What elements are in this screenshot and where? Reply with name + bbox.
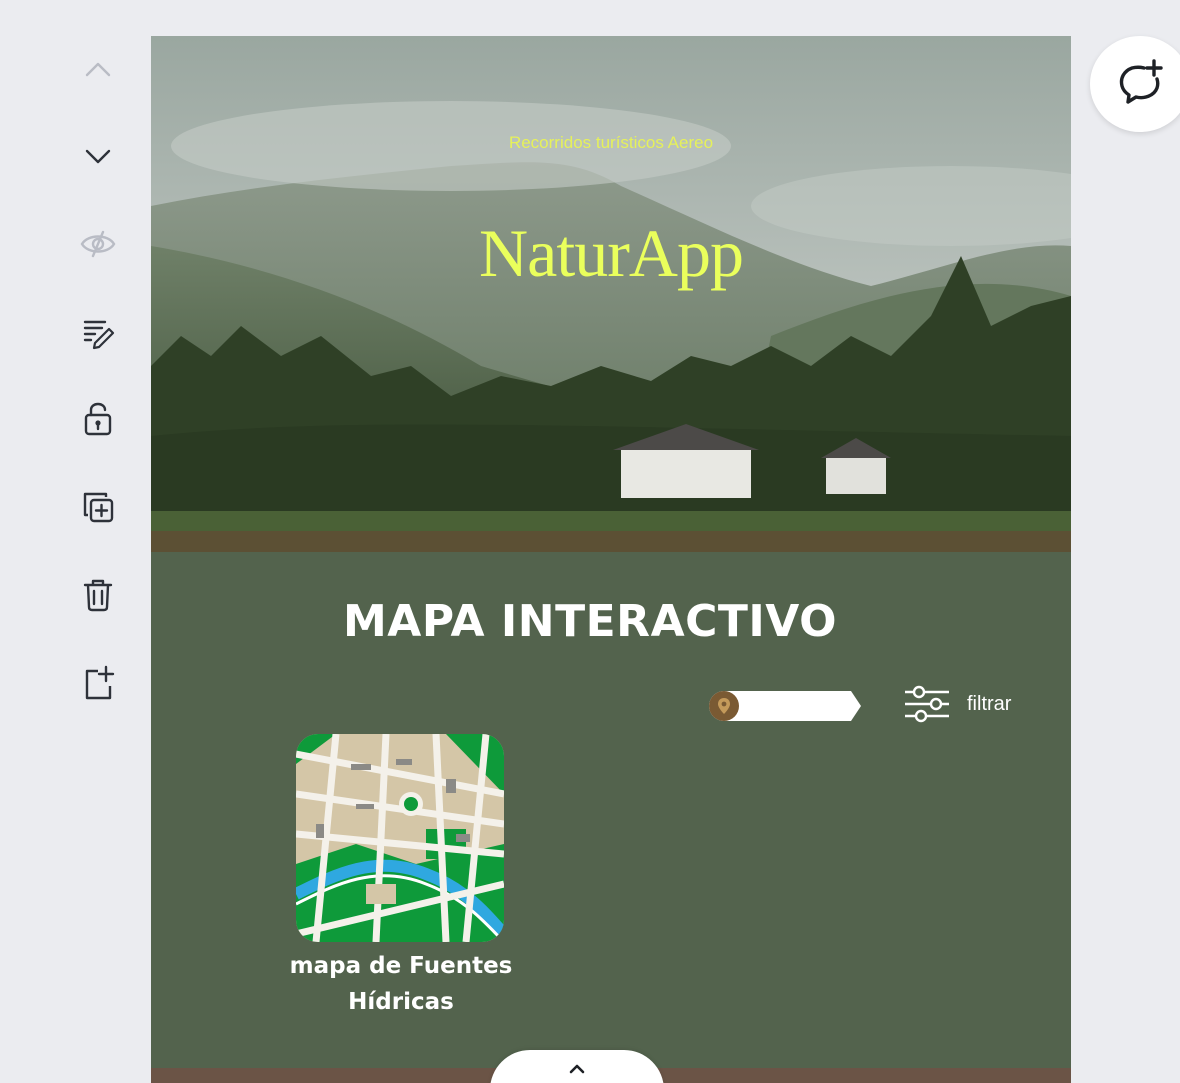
add-page-button[interactable] <box>66 652 130 712</box>
duplicate-icon <box>83 492 114 523</box>
filter-button[interactable]: filtrar <box>903 684 1011 724</box>
map-card-label-line2: Hídricas <box>348 989 454 1015</box>
page-notes-button[interactable] <box>66 302 130 362</box>
section-title[interactable]: MAPA INTERACTIVO <box>151 596 1029 647</box>
brand-title[interactable]: NaturApp <box>151 214 1071 293</box>
location-search-input[interactable] <box>741 695 845 717</box>
move-page-down-button[interactable] <box>66 126 130 186</box>
duplicate-page-button[interactable] <box>66 477 130 537</box>
add-comment-button[interactable] <box>1090 36 1180 132</box>
filter-label: filtrar <box>967 692 1012 715</box>
design-page[interactable]: Recorridos turísticos Aereo NaturApp MAP… <box>151 36 1071 1083</box>
chevron-down-icon <box>85 149 111 164</box>
chevron-up-icon <box>569 1064 585 1074</box>
hero-subtitle[interactable]: Recorridos turísticos Aereo <box>151 133 1071 153</box>
city-map-icon <box>296 734 504 942</box>
chevron-up-icon <box>85 62 111 77</box>
unlock-icon <box>84 402 112 436</box>
delete-page-button[interactable] <box>66 564 130 624</box>
hide-page-button[interactable] <box>66 214 130 274</box>
sliders-icon <box>905 685 949 723</box>
notes-edit-icon <box>83 320 115 350</box>
move-page-up-button[interactable] <box>66 40 130 100</box>
mountain-landscape-image <box>151 36 1071 552</box>
hero-banner: Recorridos turísticos Aereo NaturApp <box>151 36 1071 552</box>
location-search[interactable] <box>709 691 861 721</box>
add-page-icon <box>85 665 115 700</box>
map-card-label[interactable]: mapa de Fuentes Hídricas <box>261 948 541 1020</box>
lock-page-button[interactable] <box>66 388 130 448</box>
collapse-pages-tab[interactable] <box>490 1050 664 1083</box>
comment-add-icon <box>1119 59 1163 104</box>
eye-hidden-icon <box>80 230 116 258</box>
trash-icon <box>83 579 113 612</box>
map-thumbnail-fuentes-hidricas[interactable] <box>296 734 504 942</box>
map-card-label-line1: mapa de Fuentes <box>289 953 513 979</box>
